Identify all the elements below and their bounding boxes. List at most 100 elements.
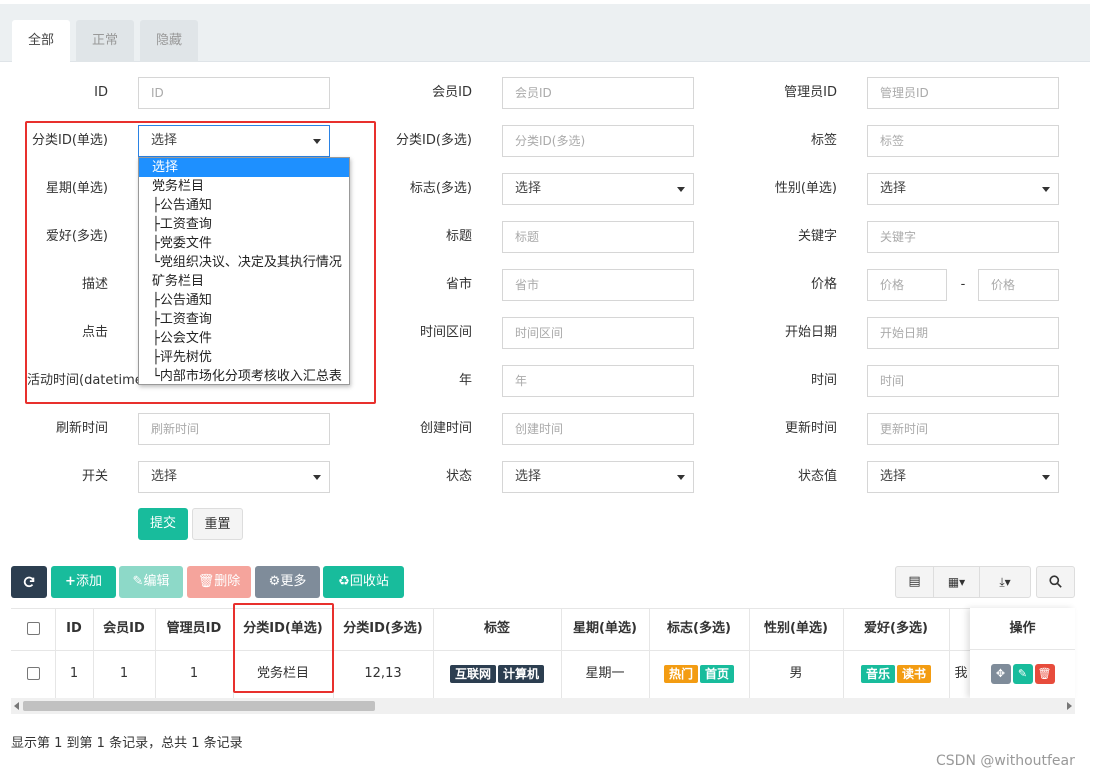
price-max-input[interactable]: 价格 (978, 269, 1059, 301)
grid-line (333, 608, 334, 698)
scroll-right-icon[interactable] (1067, 702, 1072, 710)
dropdown-option[interactable]: ├公会文件 (139, 329, 349, 348)
dropdown-option[interactable]: ├工资查询 (139, 310, 349, 329)
row-checkbox-cell[interactable] (11, 650, 55, 698)
header-category-single[interactable]: 分类ID(单选) (233, 608, 333, 650)
add-button[interactable]: +添加 (51, 566, 116, 598)
dropdown-option[interactable]: ├党委文件 (139, 234, 349, 253)
chevron-down-icon (313, 139, 321, 144)
flag-badge[interactable]: 热门 (663, 664, 698, 683)
row-checkbox[interactable] (26, 667, 40, 680)
refresh-icon (23, 576, 35, 587)
id-label: ID (94, 85, 108, 100)
plus-icon: + (65, 574, 76, 589)
update-time-input[interactable]: 更新时间 (867, 413, 1059, 445)
tab-normal[interactable]: 正常 (76, 20, 134, 62)
select-all-checkbox-cell[interactable] (11, 608, 55, 650)
cell-id: 1 (69, 666, 79, 681)
reset-button[interactable]: 重置 (192, 508, 243, 540)
time-range-input[interactable]: 时间区间 (502, 317, 694, 349)
tag-badge[interactable]: 计算机 (498, 664, 545, 683)
delete-row-icon[interactable]: 🗑 (1034, 663, 1055, 684)
gender-select[interactable]: 选择 (867, 173, 1059, 205)
header-tags[interactable]: 标签 (433, 608, 561, 650)
header-admin-id[interactable]: 管理员ID (155, 608, 233, 650)
header-id[interactable]: ID (55, 608, 93, 650)
member-id-input[interactable]: 会员ID (502, 77, 694, 109)
tag-input[interactable]: 标签 (867, 125, 1059, 157)
view-toolbar-group: ▤ ▦▾ ⤓▾ (895, 566, 1031, 598)
refresh-time-input[interactable]: 刷新时间 (138, 413, 330, 445)
form-row-8: 刷新时间 刷新时间 创建时间 创建时间 更新时间 更新时间 (0, 413, 1095, 447)
operations-cell: ✥ ✎ 🗑 (970, 650, 1075, 698)
switch-select[interactable]: 选择 (138, 461, 330, 493)
select-all-checkbox[interactable] (26, 622, 40, 635)
start-date-input[interactable]: 开始日期 (867, 317, 1059, 349)
submit-button[interactable]: 提交 (138, 508, 188, 540)
dropdown-option[interactable]: ├公告通知 (139, 196, 349, 215)
header-category-multi[interactable]: 分类ID(多选) (333, 608, 433, 650)
tab-all[interactable]: 全部 (12, 20, 70, 62)
scroll-left-icon[interactable] (14, 702, 19, 710)
scrollbar-thumb[interactable] (23, 701, 375, 711)
dropdown-option[interactable]: ├评先树优 (139, 348, 349, 367)
admin-id-input[interactable]: 管理员ID (867, 77, 1059, 109)
keyword-input[interactable]: 关键字 (867, 221, 1059, 253)
edit-row-icon[interactable]: ✎ (1012, 663, 1033, 684)
dropdown-option[interactable]: 矿务栏目 (139, 272, 349, 291)
category-single-select[interactable]: 选择 (138, 125, 330, 157)
drag-icon[interactable]: ✥ (990, 663, 1011, 684)
id-input[interactable]: ID (138, 77, 330, 109)
status-value-select[interactable]: 选择 (867, 461, 1059, 493)
tag-label: 标签 (810, 133, 837, 148)
header-flags[interactable]: 标志(多选) (649, 608, 749, 650)
flag-badge[interactable]: 首页 (700, 664, 735, 683)
chevron-down-icon (313, 475, 321, 480)
tab-hidden[interactable]: 隐藏 (140, 20, 198, 62)
keyword-label: 关键字 (797, 229, 837, 244)
search-button[interactable] (1036, 566, 1075, 598)
title-input[interactable]: 标题 (502, 221, 694, 253)
flag-select[interactable]: 选择 (502, 173, 694, 205)
category-multi-input[interactable]: 分类ID(多选) (502, 125, 694, 157)
dropdown-option[interactable]: ├工资查询 (139, 215, 349, 234)
dropdown-option[interactable]: 选择 (139, 158, 349, 177)
price-separator: - (960, 277, 966, 292)
delete-button[interactable]: 🗑删除 (187, 566, 251, 598)
dropdown-option[interactable]: 党务栏目 (139, 177, 349, 196)
status-select[interactable]: 选择 (502, 461, 694, 493)
refresh-time-label: 刷新时间 (55, 421, 108, 436)
header-hobbies[interactable]: 爱好(多选) (843, 608, 949, 650)
dropdown-option[interactable]: ├公告通知 (139, 291, 349, 310)
dropdown-option[interactable]: └党组织决议、决定及其执行情况 (139, 253, 349, 272)
hobby-badge[interactable]: 音乐 (860, 664, 895, 683)
more-button[interactable]: ⚙更多 (255, 566, 320, 598)
export-icon[interactable]: ⤓▾ (980, 567, 1030, 597)
header-week[interactable]: 星期(单选) (561, 608, 649, 650)
flag-label: 标志(多选) (409, 181, 472, 196)
columns-icon[interactable]: ▦▾ (934, 567, 980, 597)
dropdown-option[interactable]: └内部市场化分项考核收入汇总表 (139, 367, 349, 384)
edit-button[interactable]: ✎编辑 (119, 566, 183, 598)
hobby-badge[interactable]: 读书 (897, 664, 932, 683)
price-min-input[interactable]: 价格 (867, 269, 947, 301)
chevron-down-icon (1042, 475, 1050, 480)
create-time-input[interactable]: 创建时间 (502, 413, 694, 445)
header-gender[interactable]: 性别(单选) (749, 608, 843, 650)
tag-badge[interactable]: 互联网 (449, 664, 496, 683)
time-input[interactable]: 时间 (867, 365, 1059, 397)
cell-flags: 热门 首页 (649, 650, 749, 698)
gender-value: 选择 (880, 181, 907, 196)
refresh-button[interactable] (11, 566, 47, 598)
status-value-value: 选择 (880, 469, 907, 484)
cell-hobbies: 音乐 读书 (843, 650, 949, 698)
horizontal-scrollbar[interactable] (11, 698, 1075, 714)
header-member-id[interactable]: 会员ID (93, 608, 155, 650)
year-input[interactable]: 年 (502, 365, 694, 397)
category-dropdown-list[interactable]: 选择 党务栏目 ├公告通知 ├工资查询 ├党委文件 └党组织决议、决定及其执行情况… (138, 157, 350, 385)
grid-line (561, 608, 562, 698)
city-input[interactable]: 省市 (502, 269, 694, 301)
recycle-button[interactable]: ♻回收站 (323, 566, 404, 598)
list-view-icon[interactable]: ▤ (896, 567, 934, 597)
switch-value: 选择 (151, 469, 178, 484)
